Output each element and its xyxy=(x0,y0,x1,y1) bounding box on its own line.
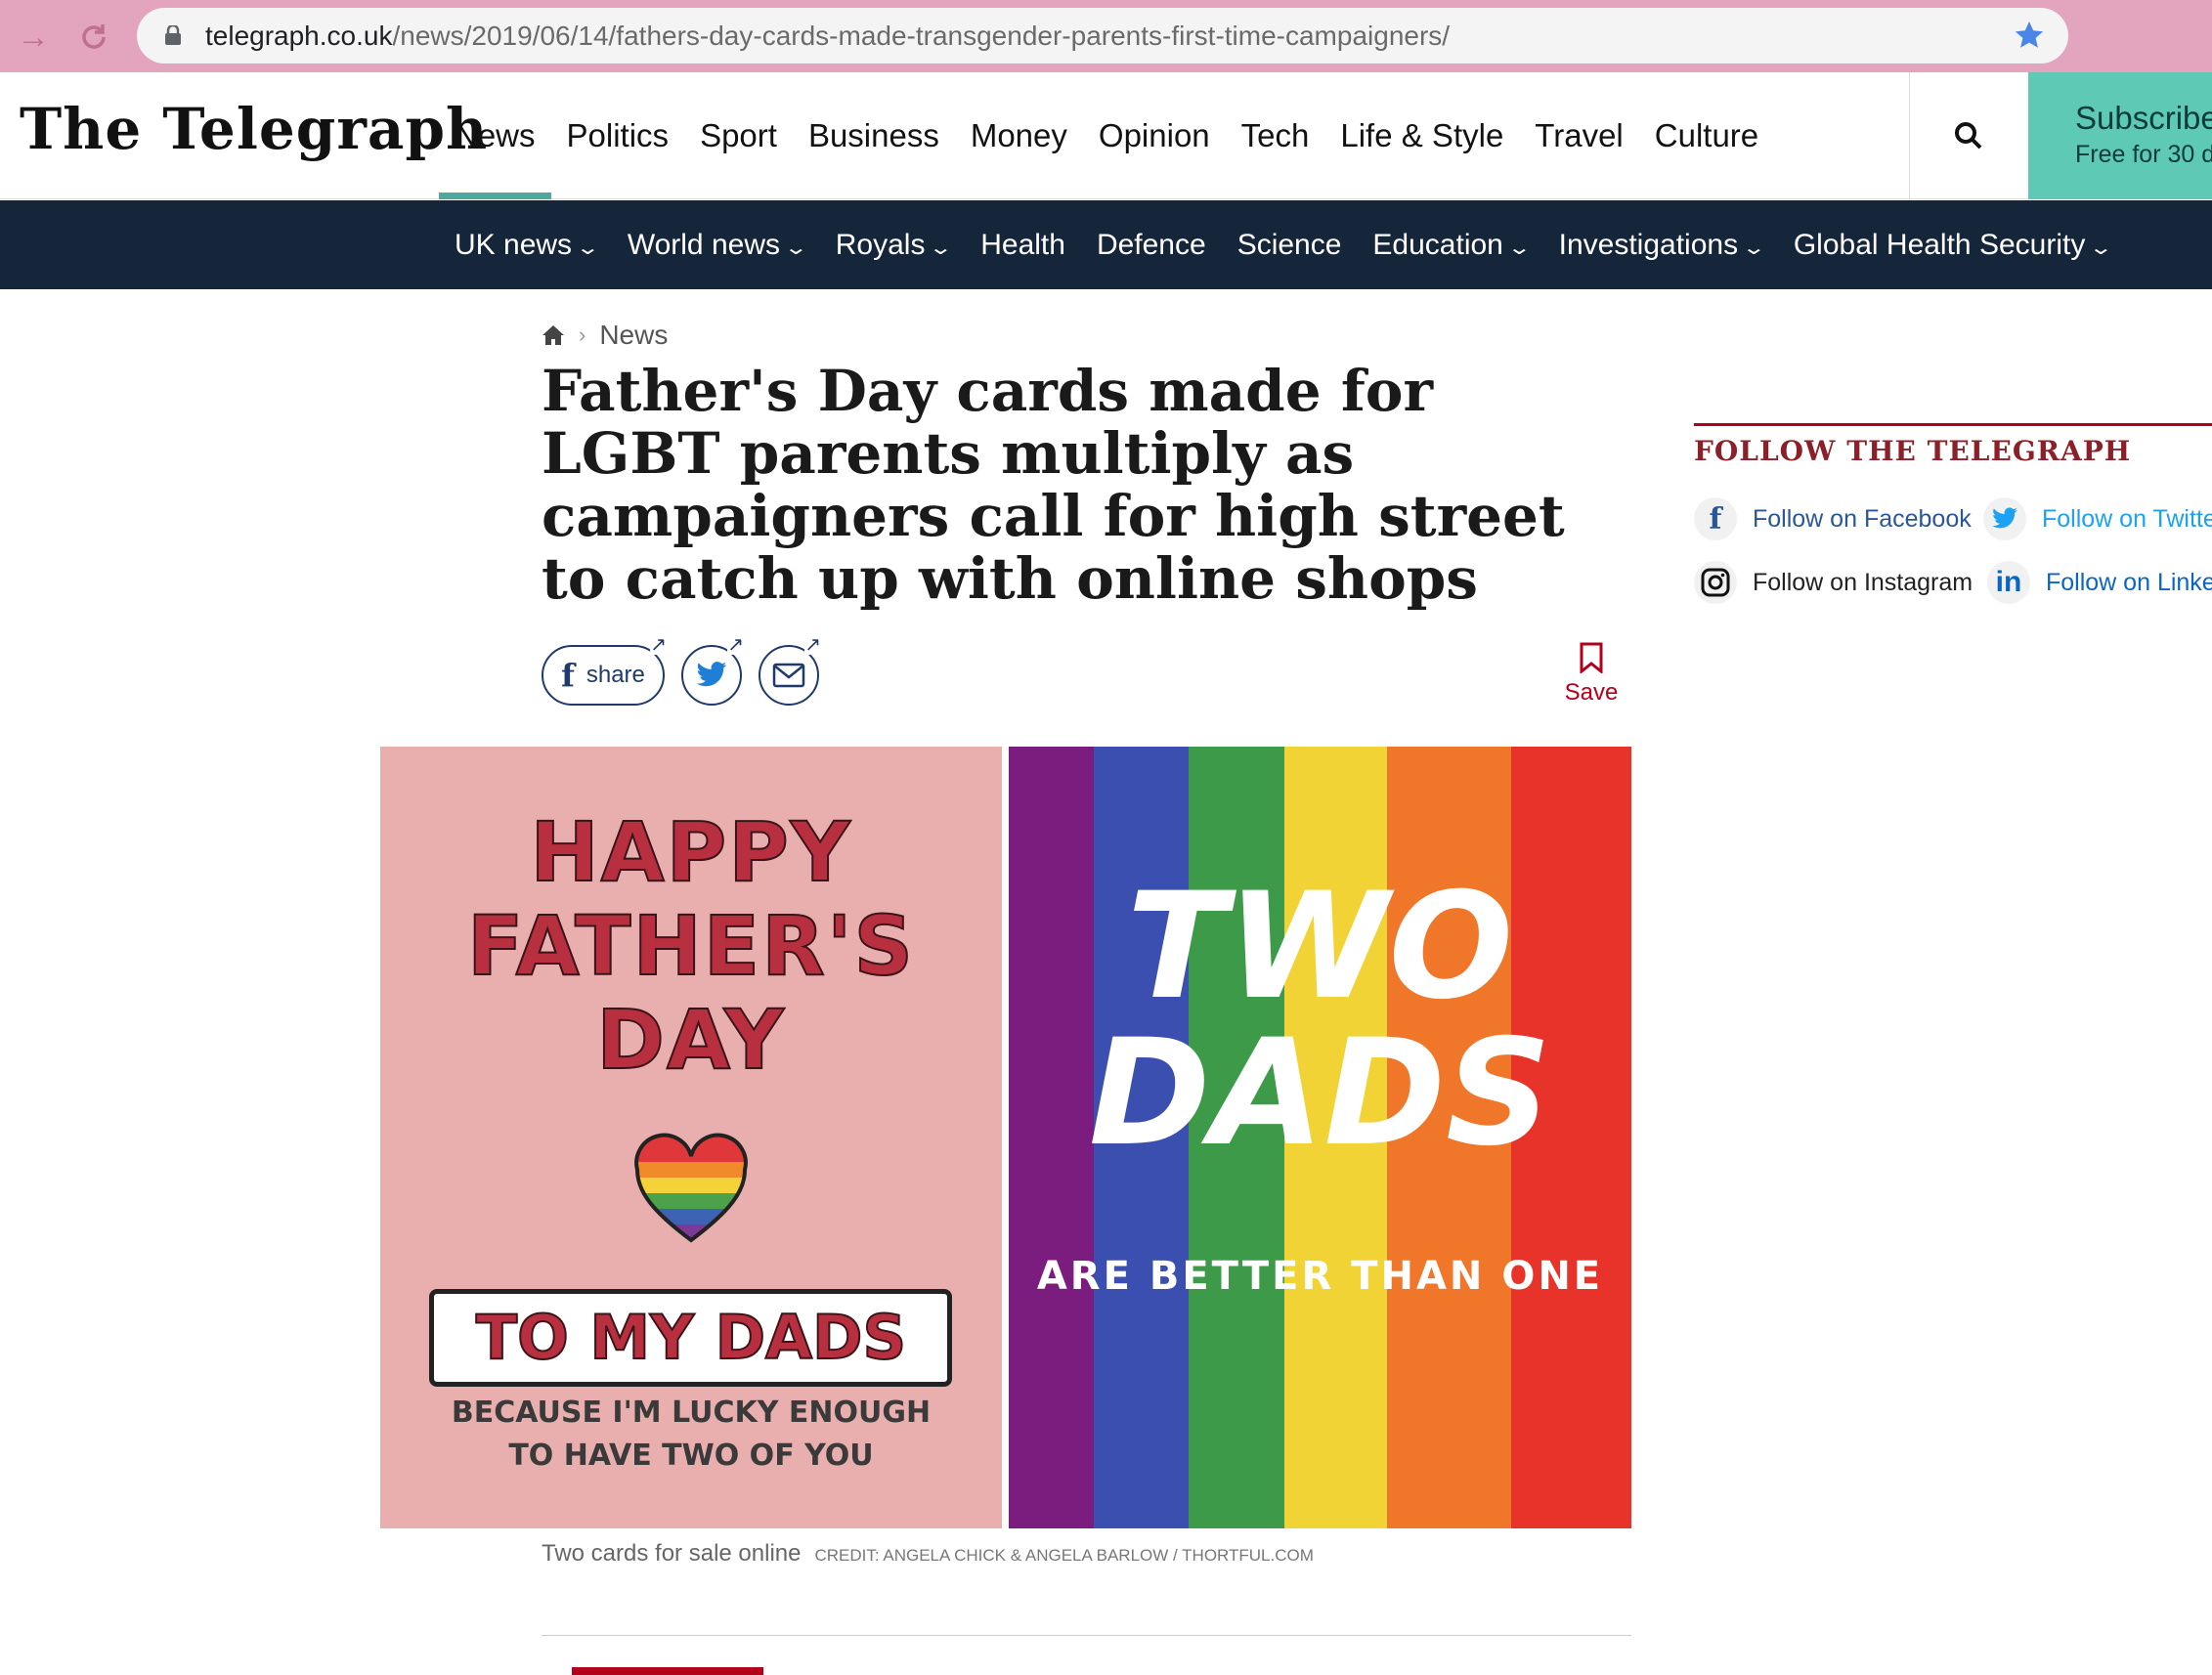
primary-nav: News Politics Sport Business Money Opini… xyxy=(439,72,1774,199)
image-caption: Two cards for sale online CREDIT: ANGELA… xyxy=(542,1540,1314,1573)
nav-travel[interactable]: Travel xyxy=(1519,72,1638,199)
article-headline: Father's Day cards made for LGBT parents… xyxy=(542,358,1565,612)
twitter-icon xyxy=(696,662,727,687)
follow-panel-rule xyxy=(1694,423,2212,426)
url-text: telegraph.co.uk/news/2019/06/14/fathers-… xyxy=(205,21,1451,51)
follow-instagram-link[interactable]: Follow on Instagram xyxy=(1694,561,1973,604)
card-right-subtext: ARE BETTER THAN ONE xyxy=(1036,1254,1604,1299)
address-bar[interactable]: telegraph.co.uk/news/2019/06/14/fathers-… xyxy=(137,8,2068,64)
home-icon[interactable] xyxy=(542,323,565,347)
card-left-subtext: BECAUSE I'M LUCKY ENOUGH TO HAVE TWO OF … xyxy=(451,1396,932,1473)
twitter-share-button[interactable]: ↗ xyxy=(681,635,744,706)
nav-opinion[interactable]: Opinion xyxy=(1083,72,1226,199)
breadcrumb-separator: › xyxy=(579,322,586,347)
divider xyxy=(542,1635,1631,1636)
nav-tech[interactable]: Tech xyxy=(1226,72,1325,199)
chevron-down-icon: ⌄ xyxy=(1506,237,1532,259)
email-share-button[interactable]: ↗ xyxy=(759,635,821,706)
section-nav-item-education[interactable]: Education ⌄ xyxy=(1357,200,1542,289)
facebook-share-button[interactable]: f share ↗ xyxy=(542,635,667,706)
section-nav-item-uk-news[interactable]: UK news ⌄ xyxy=(439,200,612,289)
chevron-down-icon: ⌄ xyxy=(783,237,808,259)
nav-politics[interactable]: Politics xyxy=(551,72,685,199)
nav-news[interactable]: News xyxy=(439,72,551,199)
breadcrumb-news[interactable]: News xyxy=(599,320,668,351)
caption-text: Two cards for sale online xyxy=(542,1540,802,1567)
nav-money[interactable]: Money xyxy=(955,72,1083,199)
section-nav-label: Defence xyxy=(1096,229,1206,261)
subscribe-offer: Free for 30 d xyxy=(2075,141,2212,168)
chevron-down-icon: ⌄ xyxy=(929,237,954,259)
section-nav-label: Health xyxy=(980,229,1065,261)
section-nav-label: Science xyxy=(1236,229,1342,261)
follow-facebook-link[interactable]: f Follow on Facebook xyxy=(1694,497,1972,540)
card-right-heading: TWO DADS xyxy=(1088,862,1552,1179)
section-nav-label: World news xyxy=(627,229,780,261)
section-nav-item-defence[interactable]: Defence xyxy=(1081,200,1222,289)
save-label: Save xyxy=(1564,679,1619,706)
nav-sport[interactable]: Sport xyxy=(684,72,793,199)
forward-arrow-icon[interactable]: → xyxy=(14,18,53,57)
follow-panel-title: FOLLOW THE TELEGRAPH xyxy=(1694,435,2132,467)
facebook-icon: f xyxy=(1694,497,1737,540)
nav-business[interactable]: Business xyxy=(793,72,955,199)
chevron-down-icon: ⌄ xyxy=(575,237,601,259)
section-nav-item-health[interactable]: Health xyxy=(965,200,1081,289)
breadcrumb: › News xyxy=(542,318,668,353)
hero-image[interactable]: HAPPY FATHER'S DAY TO MY DADS BECAUSE I'… xyxy=(380,747,1631,1528)
reload-icon[interactable] xyxy=(74,18,113,57)
browser-toolbar: → telegraph.co.uk/news/2019/06/14/father… xyxy=(0,0,2212,72)
chevron-down-icon: ⌄ xyxy=(2089,237,2114,259)
section-nav-item-global-health-security[interactable]: Global Health Security ⌄ xyxy=(1778,200,2125,289)
telegraph-logo[interactable]: The Telegraph xyxy=(20,96,488,162)
external-arrow-icon: ↗ xyxy=(804,634,821,656)
section-nav-item-royals[interactable]: Royals ⌄ xyxy=(820,200,965,289)
follow-linkedin-link[interactable]: in Follow on Linke xyxy=(1987,561,2212,604)
share-label: share xyxy=(586,662,645,688)
external-arrow-icon: ↗ xyxy=(650,634,667,656)
external-arrow-icon: ↗ xyxy=(727,634,744,656)
subscribe-label: Subscribe xyxy=(2075,100,2212,136)
bookmark-icon xyxy=(1580,642,1603,673)
instagram-icon xyxy=(1694,561,1737,604)
section-nav-item-science[interactable]: Science xyxy=(1222,200,1358,289)
card-image-two-dads: TWO DADS ARE BETTER THAN ONE xyxy=(1009,747,1631,1528)
nav-culture[interactable]: Culture xyxy=(1639,72,1774,199)
card-left-banner-text: TO MY DADS xyxy=(475,1301,907,1374)
section-nav-item-investigations[interactable]: Investigations ⌄ xyxy=(1543,200,1778,289)
section-nav-item-world-news[interactable]: World news ⌄ xyxy=(612,200,820,289)
search-icon xyxy=(1955,122,1982,150)
lock-icon xyxy=(165,25,181,45)
linkedin-icon: in xyxy=(1987,561,2030,604)
chevron-down-icon: ⌄ xyxy=(1741,237,1767,259)
section-nav-label: Investigations xyxy=(1558,229,1739,261)
save-button[interactable]: Save xyxy=(1562,642,1621,707)
rainbow-heart-icon xyxy=(634,1133,748,1243)
card-left-heading: HAPPY FATHER'S DAY xyxy=(466,804,916,1088)
masthead: The Telegraph News Politics Sport Busine… xyxy=(0,72,2212,199)
section-nav: UK news ⌄ World news ⌄ Royals ⌄ Health Defence S… xyxy=(0,200,2212,289)
bookmark-star-icon[interactable] xyxy=(2012,18,2047,53)
nav-life-style[interactable]: Life & Style xyxy=(1324,72,1519,199)
facebook-icon: f xyxy=(561,657,575,694)
subscribe-button[interactable]: Subscribe Free for 30 d xyxy=(2028,72,2212,199)
envelope-icon xyxy=(772,663,805,688)
section-marker xyxy=(572,1667,763,1675)
twitter-icon xyxy=(1983,497,2026,540)
section-nav-label: Education xyxy=(1372,229,1503,261)
search-button[interactable] xyxy=(1909,72,2027,199)
section-nav-label: UK news xyxy=(455,229,573,261)
section-nav-label: Global Health Security xyxy=(1793,229,2086,261)
card-image-happy-fathers-day: HAPPY FATHER'S DAY TO MY DADS BECAUSE I'… xyxy=(380,747,1002,1528)
caption-credit: CREDIT: ANGELA CHICK & ANGELA BARLOW / T… xyxy=(814,1546,1314,1565)
follow-twitter-link[interactable]: Follow on Twitte xyxy=(1983,497,2212,540)
section-nav-label: Royals xyxy=(835,229,926,261)
